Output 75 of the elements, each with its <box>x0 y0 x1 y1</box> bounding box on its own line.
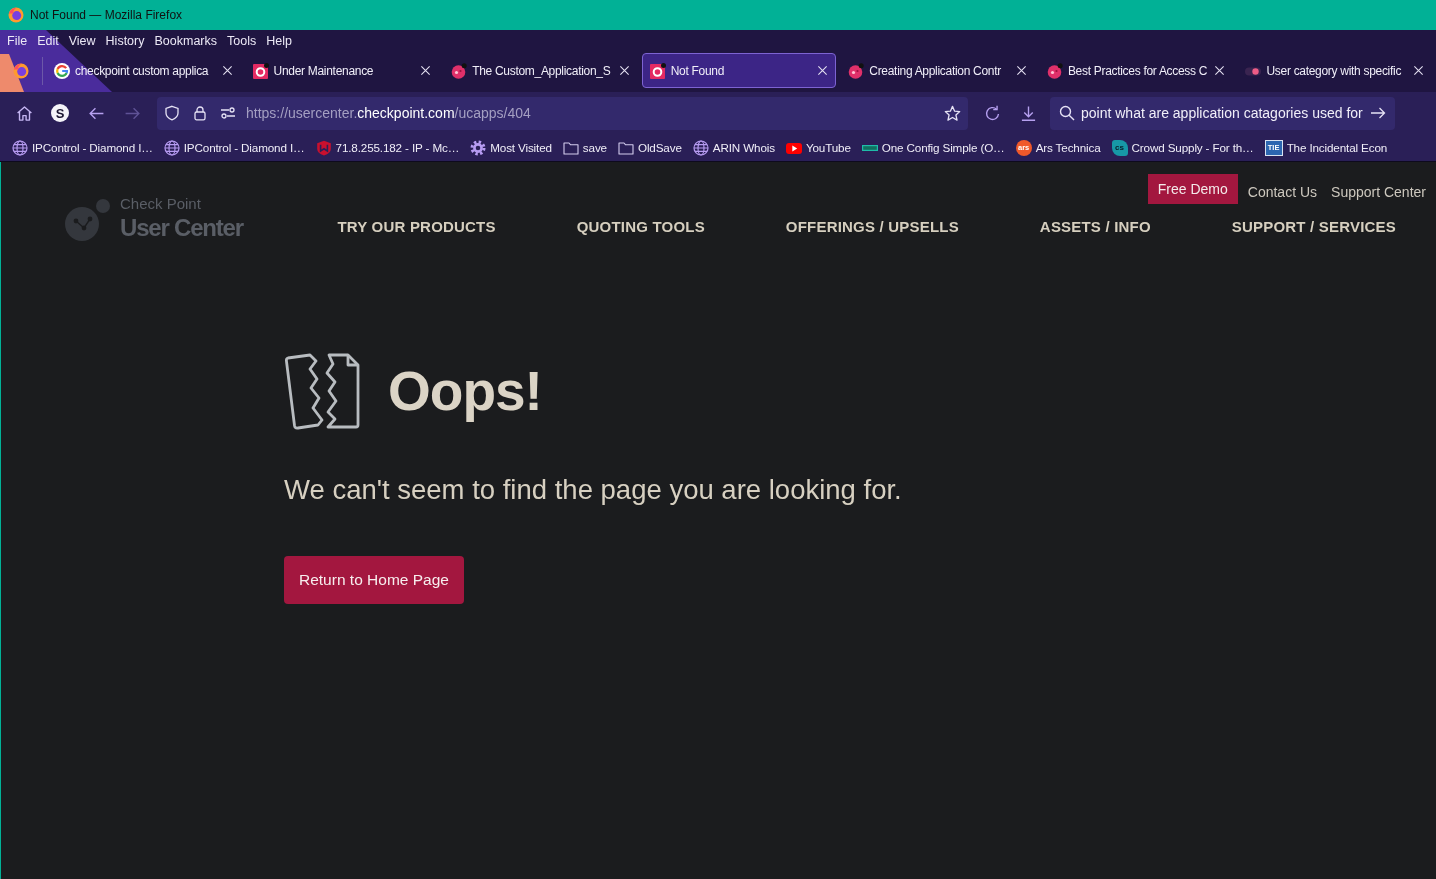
shield-icon[interactable] <box>164 105 180 121</box>
bookmark-item[interactable]: OldSave <box>617 139 682 156</box>
extension-toolbar-button[interactable]: S <box>44 97 76 129</box>
nav-link[interactable]: SUPPORT / SERVICES <box>1231 217 1396 237</box>
address-field[interactable]: https://usercenter.checkpoint.com/ucapps/404 <box>157 96 968 130</box>
menu-item[interactable]: File <box>2 31 33 51</box>
nav-link[interactable]: ASSETS / INFO <box>1039 217 1151 237</box>
browser-tab[interactable]: The Custom_Application_S <box>443 53 638 88</box>
free-demo-button[interactable]: Free Demo <box>1147 174 1238 204</box>
globe-icon <box>163 139 180 156</box>
site-logo-icon: cs <box>1111 139 1128 156</box>
menu-item[interactable]: Help <box>261 31 297 51</box>
go-arrow-icon[interactable] <box>1370 105 1386 121</box>
folder-icon <box>617 139 634 156</box>
globe-icon <box>692 139 709 156</box>
sliders-icon[interactable] <box>220 105 236 121</box>
broken-page-icon <box>284 352 360 430</box>
logo-product-text: User Center <box>120 213 243 243</box>
browser-tab[interactable]: Best Practices for Access C <box>1038 53 1234 88</box>
close-icon[interactable] <box>1015 65 1027 76</box>
site-favicon-icon <box>451 62 468 79</box>
bookmark-item[interactable]: ARIN Whois <box>692 139 775 156</box>
home-button[interactable]: Return to Home Page <box>284 556 464 604</box>
site-favicon-icon <box>649 62 666 79</box>
browser-logo-icon <box>8 7 24 23</box>
bookmark-item[interactable]: 71.8.255.182 - IP - Mc… <box>315 139 460 156</box>
bookmark-item[interactable]: cs Crowd Supply - For th… <box>1111 139 1254 156</box>
close-icon[interactable] <box>221 65 233 76</box>
close-icon[interactable] <box>817 65 829 76</box>
lock-icon[interactable] <box>192 105 208 121</box>
header-link[interactable]: Contact Us <box>1247 178 1318 200</box>
window-title: Not Found — Mozilla Firefox <box>30 8 183 22</box>
logo-mark-icon <box>64 197 112 243</box>
g-logo-icon <box>54 62 70 79</box>
site-favicon-icon <box>1046 62 1063 79</box>
search-field[interactable]: point what are application catagories used for <box>1050 96 1395 130</box>
logo-brand-text: Check Point <box>120 195 202 213</box>
bookmark-item[interactable]: YouTube <box>785 139 851 156</box>
error-message: We can't seem to find the page you are looking for. <box>284 474 902 506</box>
site-favicon-icon <box>848 62 865 79</box>
browser-tab[interactable]: Creating Application Contr <box>840 53 1035 88</box>
download-icon <box>1019 104 1037 122</box>
browser-tab[interactable]: Under Maintenance <box>244 53 440 88</box>
shield-logo-icon <box>315 139 332 156</box>
nav-link[interactable]: TRY OUR PRODUCTS <box>337 217 496 237</box>
reload-icon <box>983 104 1001 122</box>
bookmark-item[interactable]: IPControl - Diamond I… <box>12 139 153 156</box>
close-icon[interactable] <box>1413 65 1425 76</box>
browser-tab[interactable]: checkpoint custom applica <box>46 53 241 88</box>
menu-item[interactable]: Bookmarks <box>149 31 222 51</box>
extension-icon: S <box>51 104 69 122</box>
star-icon[interactable] <box>944 104 961 122</box>
browser-logo-icon <box>13 62 29 79</box>
nav-link[interactable]: OFFERINGS / UPSELLS <box>785 217 959 237</box>
close-icon[interactable] <box>618 65 630 76</box>
menu-item[interactable]: Tools <box>222 31 262 51</box>
home-icon <box>15 104 33 122</box>
close-icon[interactable] <box>1214 65 1226 76</box>
globe-icon <box>12 139 28 156</box>
browser-tab[interactable]: Not Found <box>641 53 837 88</box>
menu-item[interactable]: History <box>100 31 150 51</box>
folder-icon <box>562 139 579 156</box>
site-favicon-icon <box>252 62 269 79</box>
browser-tab[interactable]: User category with specific <box>1237 53 1433 88</box>
bookmark-item[interactable]: save <box>562 139 607 156</box>
bookmark-item[interactable]: IPControl - Diamond I… <box>163 139 305 156</box>
bookmark-item[interactable]: One Config Simple (O… <box>861 139 1005 156</box>
menu-item[interactable]: View <box>63 31 101 51</box>
header-link[interactable]: Support Center <box>1331 178 1426 200</box>
search-icon <box>1059 105 1075 121</box>
nav-link[interactable]: QUOTING TOOLS <box>576 217 705 237</box>
bookmark-item[interactable]: Most Visited <box>470 139 552 156</box>
menu-item[interactable]: Edit <box>32 31 64 51</box>
close-icon[interactable] <box>420 65 432 76</box>
gear-icon <box>470 139 487 156</box>
